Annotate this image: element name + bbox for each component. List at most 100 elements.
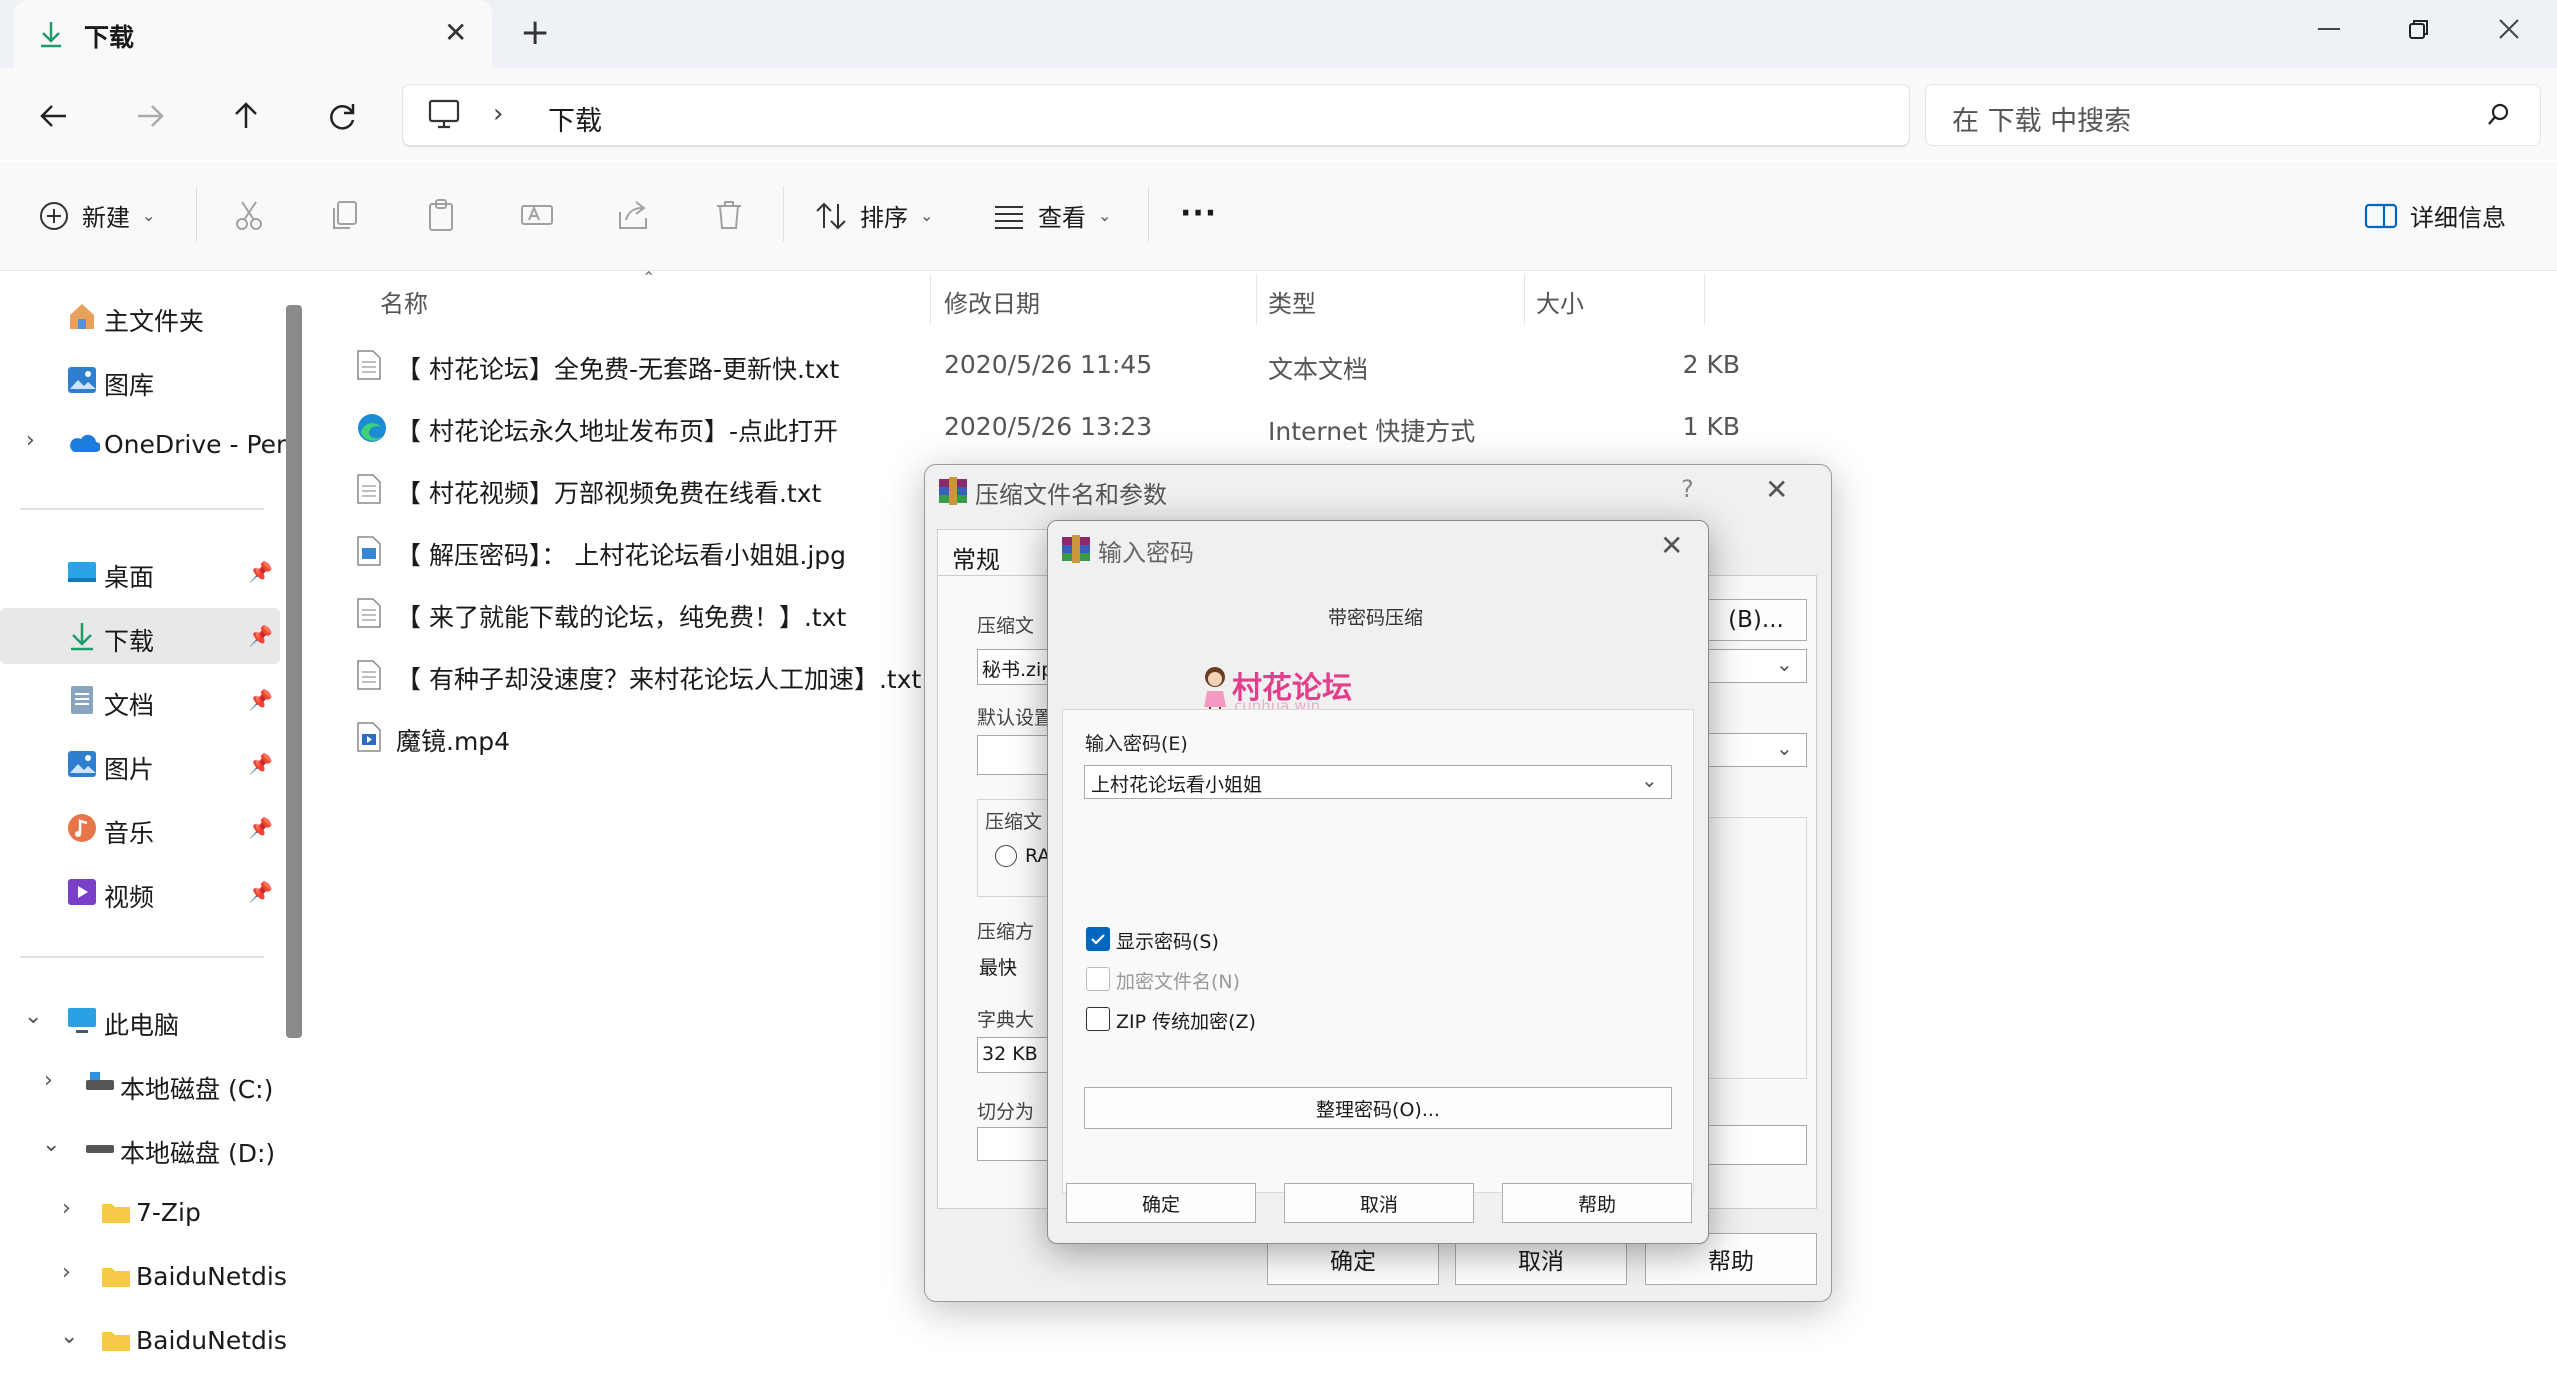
minimize-button[interactable] xyxy=(2284,0,2374,58)
sidebar-item-desktop[interactable]: 桌面 📌 xyxy=(0,544,280,600)
sort-button[interactable]: 排序 ⌄ xyxy=(814,198,933,233)
options-group xyxy=(1705,817,1807,1079)
sort-ascending-icon: ⌃ xyxy=(642,268,656,287)
column-header-name[interactable]: 名称 xyxy=(380,284,428,319)
new-button[interactable]: 新建 ⌄ xyxy=(38,198,155,233)
desktop-icon xyxy=(66,556,98,588)
view-button[interactable]: 查看 ⌄ xyxy=(992,198,1111,233)
radio-rar[interactable] xyxy=(995,845,1017,867)
sidebar-item-documents[interactable]: 文档 📌 xyxy=(0,672,280,728)
up-button[interactable] xyxy=(222,92,270,140)
sidebar-item-music[interactable]: 音乐 📌 xyxy=(0,800,280,856)
sidebar-item-pictures[interactable]: 图片 📌 xyxy=(0,736,280,792)
column-header-size[interactable]: 大小 xyxy=(1536,284,1584,319)
encrypt-filenames-checkbox[interactable] xyxy=(1086,967,1110,991)
pin-icon[interactable]: 📌 xyxy=(248,560,273,584)
sidebar-item-videos[interactable]: 视频 📌 xyxy=(0,864,280,920)
split-label: 切分为 xyxy=(977,1101,1035,1123)
column-separator[interactable] xyxy=(1704,274,1705,324)
pin-icon[interactable]: 📌 xyxy=(248,816,273,840)
column-separator[interactable] xyxy=(1256,274,1257,324)
sidebar-item-gallery[interactable]: 图库 xyxy=(0,352,280,408)
tab-downloads[interactable]: 下载 ✕ xyxy=(14,0,492,68)
file-row[interactable]: 【 村花论坛】全免费-无套路-更新快.txt 2020/5/26 11:45 文… xyxy=(350,336,1740,394)
chevron-down-icon[interactable]: ⌄ xyxy=(60,1324,78,1349)
plus-circle-icon xyxy=(40,201,68,230)
this-pc-icon[interactable] xyxy=(427,97,461,131)
organize-passwords-button[interactable]: 整理密码(O)... xyxy=(1084,1087,1672,1129)
sidebar-item-this-pc[interactable]: ⌄ 此电脑 xyxy=(0,992,280,1048)
cancel-button[interactable]: 取消 xyxy=(1284,1183,1474,1223)
rename-icon[interactable] xyxy=(520,198,554,232)
file-row[interactable]: 【 村花论坛永久地址发布页】-点此打开 2020/5/26 13:23 Inte… xyxy=(350,398,1740,456)
close-icon[interactable]: ✕ xyxy=(1660,529,1683,562)
breadcrumb-separator[interactable]: › xyxy=(493,99,503,129)
column-header-type[interactable]: 类型 xyxy=(1268,284,1316,319)
cut-icon[interactable] xyxy=(232,198,266,232)
browse-button[interactable]: (B)... xyxy=(1705,599,1807,641)
show-password-label[interactable]: 显示密码(S) xyxy=(1116,927,1219,954)
ok-button[interactable]: 确定 xyxy=(1066,1183,1256,1223)
address-bar[interactable]: › 下载 xyxy=(402,84,1910,146)
breadcrumb-downloads[interactable]: 下载 xyxy=(548,99,602,138)
show-password-checkbox[interactable] xyxy=(1086,927,1110,951)
close-window-button[interactable] xyxy=(2464,0,2554,58)
new-tab-button[interactable]: + xyxy=(520,12,550,53)
details-label: 详细信息 xyxy=(2410,204,2506,232)
details-pane-button[interactable]: 详细信息 xyxy=(2364,198,2506,233)
copy-icon[interactable] xyxy=(328,198,362,232)
password-setting-field[interactable] xyxy=(1705,1125,1807,1165)
file-name: 【 村花论坛永久地址发布页】-点此打开 xyxy=(396,417,838,446)
sidebar-item-label: BaiduNetdis xyxy=(136,1262,287,1291)
profile-select[interactable]: ⌄ xyxy=(1705,649,1807,683)
sidebar-item-folder[interactable]: ⌄ BaiduNetdis xyxy=(0,1312,287,1368)
chevron-down-icon[interactable]: ⌄ xyxy=(24,1004,42,1029)
zip-legacy-encryption-label[interactable]: ZIP 传统加密(Z) xyxy=(1116,1007,1256,1034)
column-separator[interactable] xyxy=(930,274,931,324)
sidebar-item-folder[interactable]: › 7-Zip xyxy=(0,1184,280,1240)
back-button[interactable] xyxy=(30,92,78,140)
chevron-right-icon[interactable]: › xyxy=(62,1196,71,1221)
paste-icon[interactable] xyxy=(424,198,458,232)
close-icon[interactable]: ✕ xyxy=(1765,473,1788,506)
update-mode-select[interactable]: ⌄ xyxy=(1705,733,1807,767)
sidebar-item-drive-d[interactable]: ⌄ 本地磁盘 (D:) xyxy=(0,1120,280,1176)
download-icon xyxy=(66,620,98,652)
sidebar-item-drive-c[interactable]: › 本地磁盘 (C:) xyxy=(0,1056,280,1112)
help-button[interactable]: 帮助 xyxy=(1502,1183,1692,1223)
help-icon[interactable]: ? xyxy=(1681,475,1694,503)
pin-icon[interactable]: 📌 xyxy=(248,880,273,904)
tab-title: 下载 xyxy=(84,23,135,52)
chevron-down-icon[interactable]: ⌄ xyxy=(1641,768,1658,792)
column-header-date[interactable]: 修改日期 xyxy=(944,284,1040,319)
share-icon[interactable] xyxy=(616,198,650,232)
sidebar-item-onedrive[interactable]: › OneDrive - Per xyxy=(0,416,286,472)
pin-icon[interactable]: 📌 xyxy=(248,624,273,648)
sidebar-item-downloads[interactable]: 下载 📌 xyxy=(0,608,280,664)
encrypt-filenames-label[interactable]: 加密文件名(N) xyxy=(1116,967,1240,994)
search-box[interactable]: 在 下载 中搜索 xyxy=(1925,84,2541,146)
search-placeholder[interactable]: 在 下载 中搜索 xyxy=(1952,99,2131,138)
chevron-right-icon[interactable]: › xyxy=(62,1260,71,1285)
restore-button[interactable] xyxy=(2374,0,2464,58)
tab-general[interactable]: 常规 xyxy=(937,529,1049,576)
tab-close-button[interactable]: ✕ xyxy=(444,16,467,49)
forward-button[interactable] xyxy=(126,92,174,140)
sidebar-scrollbar[interactable] xyxy=(286,305,302,1038)
delete-icon[interactable] xyxy=(712,198,746,232)
zip-legacy-encryption-checkbox[interactable] xyxy=(1086,1007,1110,1031)
new-label: 新建 xyxy=(82,204,130,232)
search-icon[interactable] xyxy=(2486,101,2512,127)
pin-icon[interactable]: 📌 xyxy=(248,688,273,712)
more-options-button[interactable]: ··· xyxy=(1180,196,1217,231)
command-bar xyxy=(0,162,2557,271)
password-input[interactable]: 上村花论坛看小姐姐 ⌄ xyxy=(1084,765,1672,799)
chevron-right-icon[interactable]: › xyxy=(44,1068,53,1093)
chevron-right-icon[interactable]: › xyxy=(26,428,35,453)
pin-icon[interactable]: 📌 xyxy=(248,752,273,776)
sidebar-item-home[interactable]: 主文件夹 xyxy=(0,288,280,344)
refresh-button[interactable] xyxy=(318,92,366,140)
column-separator[interactable] xyxy=(1524,274,1525,324)
chevron-down-icon[interactable]: ⌄ xyxy=(42,1132,60,1157)
sidebar-item-folder[interactable]: › BaiduNetdis xyxy=(0,1248,287,1304)
